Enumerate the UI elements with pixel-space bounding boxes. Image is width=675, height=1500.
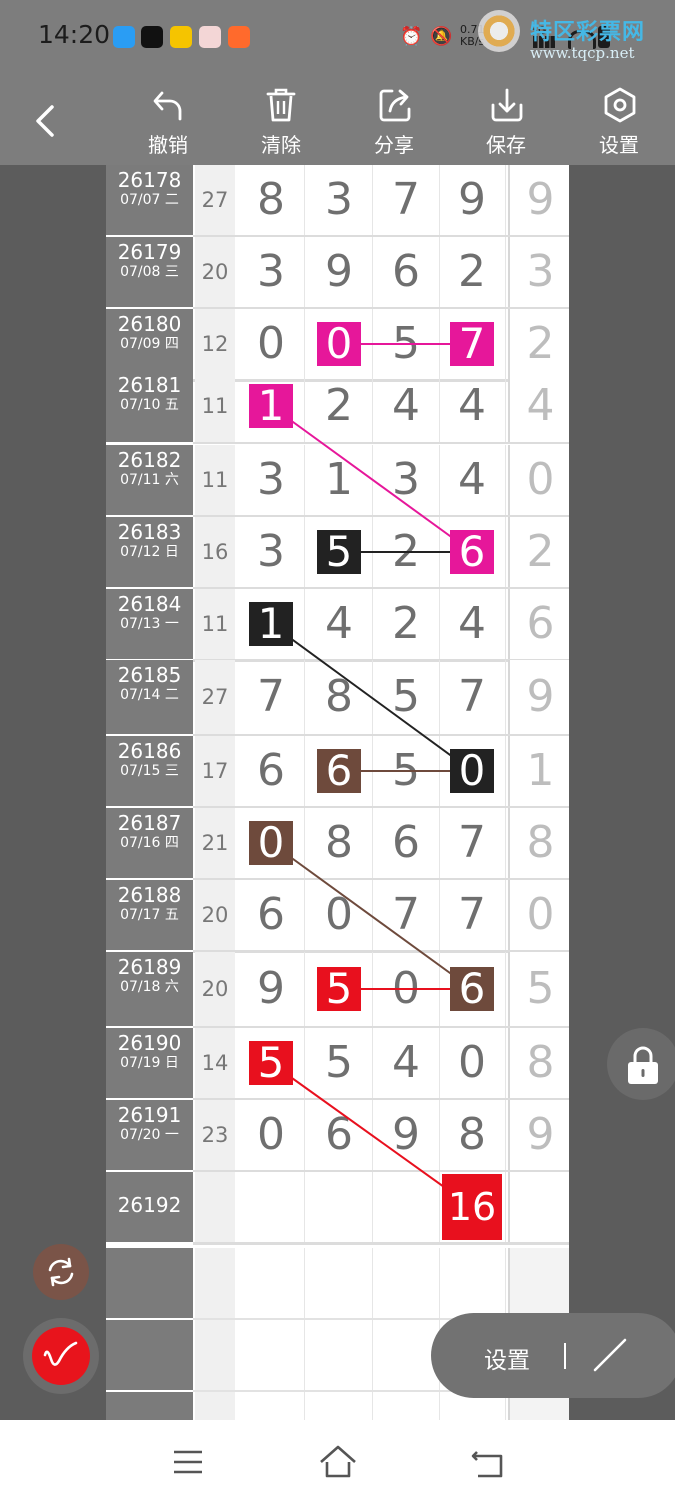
menu-button[interactable] bbox=[170, 1444, 206, 1480]
toolbar: 撤销 清除 分享 保存 设置 bbox=[0, 75, 675, 165]
highlighted-digit[interactable]: 6 bbox=[450, 967, 494, 1011]
refresh-button[interactable] bbox=[33, 1244, 89, 1300]
undo-label: 撤销 bbox=[148, 133, 188, 157]
share-button[interactable]: 分享 bbox=[359, 75, 429, 165]
pill-divider bbox=[564, 1343, 566, 1369]
system-nav-bar bbox=[0, 1420, 675, 1500]
lock-icon bbox=[628, 1046, 658, 1084]
back-button[interactable] bbox=[24, 95, 68, 147]
watermark-title: 特区彩票网 bbox=[530, 20, 646, 45]
share-label: 分享 bbox=[374, 133, 414, 157]
status-time: 14:20 bbox=[38, 20, 111, 49]
highlighted-digit[interactable]: 7 bbox=[450, 322, 494, 366]
pen-icon bbox=[43, 1341, 78, 1366]
highlighted-digit[interactable]: 5 bbox=[249, 1041, 293, 1085]
watermark-url: www.tqcp.net bbox=[530, 44, 635, 62]
highlighted-digit[interactable]: 5 bbox=[317, 530, 361, 574]
home-icon bbox=[320, 1445, 356, 1478]
line-tool-button[interactable] bbox=[590, 1335, 630, 1375]
line-tool-icon bbox=[593, 1338, 627, 1372]
menu-icon bbox=[174, 1450, 202, 1474]
highlighted-digit[interactable]: 0 bbox=[317, 322, 361, 366]
watermark-logo bbox=[478, 10, 520, 52]
highlighted-digit[interactable]: 0 bbox=[450, 749, 494, 793]
back-nav-button[interactable] bbox=[468, 1442, 508, 1482]
connection-line bbox=[270, 405, 473, 553]
pen-button-inner bbox=[32, 1327, 90, 1385]
video-app-icon bbox=[228, 26, 250, 48]
app-notification-icon bbox=[170, 26, 192, 48]
chart-grid[interactable]: 26178 07/07 二 27 8 3 7 9 9 26179 07/08 三 20 3 9 6 2 3 26… bbox=[106, 165, 569, 1420]
mute-icon: 🔕 bbox=[430, 26, 453, 47]
undo-button[interactable]: 撤销 bbox=[133, 75, 203, 165]
lock-button[interactable] bbox=[607, 1028, 675, 1100]
settings-pill bbox=[431, 1313, 675, 1398]
connection-line bbox=[270, 623, 473, 772]
save-button[interactable]: 保存 bbox=[471, 75, 541, 165]
status-bar: 14:20 ⏰ 🔕 0.71 KB/s 5G 特区彩票网 www.tqcp.net bbox=[0, 0, 675, 75]
highlighted-digit[interactable]: 16 bbox=[442, 1174, 502, 1240]
tiktok-icon bbox=[141, 26, 163, 48]
avatar-notification-icon bbox=[199, 26, 221, 48]
highlighted-digit[interactable]: 5 bbox=[317, 967, 361, 1011]
settings-pill-label[interactable]: 设置 bbox=[484, 1341, 530, 1375]
app-notification-icon bbox=[113, 26, 135, 48]
chevron-left-icon bbox=[36, 105, 54, 137]
connection-line bbox=[270, 842, 473, 990]
clear-button[interactable]: 清除 bbox=[246, 75, 316, 165]
highlighted-digit[interactable]: 1 bbox=[249, 602, 293, 646]
share-icon bbox=[379, 89, 411, 122]
save-label: 保存 bbox=[486, 133, 526, 157]
highlighted-digit[interactable]: 6 bbox=[450, 530, 494, 574]
settings-hex-icon bbox=[604, 87, 636, 123]
home-button[interactable] bbox=[318, 1442, 358, 1482]
trash-icon bbox=[266, 88, 296, 122]
undo-icon bbox=[153, 91, 182, 121]
highlighted-digit[interactable]: 1 bbox=[249, 384, 293, 428]
alarm-icon: ⏰ bbox=[400, 26, 423, 47]
clear-label: 清除 bbox=[261, 133, 301, 157]
highlighted-digit[interactable]: 6 bbox=[317, 749, 361, 793]
refresh-icon bbox=[48, 1257, 74, 1287]
download-icon bbox=[491, 88, 523, 122]
settings-label: 设置 bbox=[599, 133, 639, 157]
pen-button[interactable] bbox=[23, 1318, 99, 1394]
back-icon bbox=[471, 1451, 503, 1478]
settings-button[interactable]: 设置 bbox=[584, 75, 654, 165]
highlighted-digit[interactable]: 0 bbox=[249, 821, 293, 865]
